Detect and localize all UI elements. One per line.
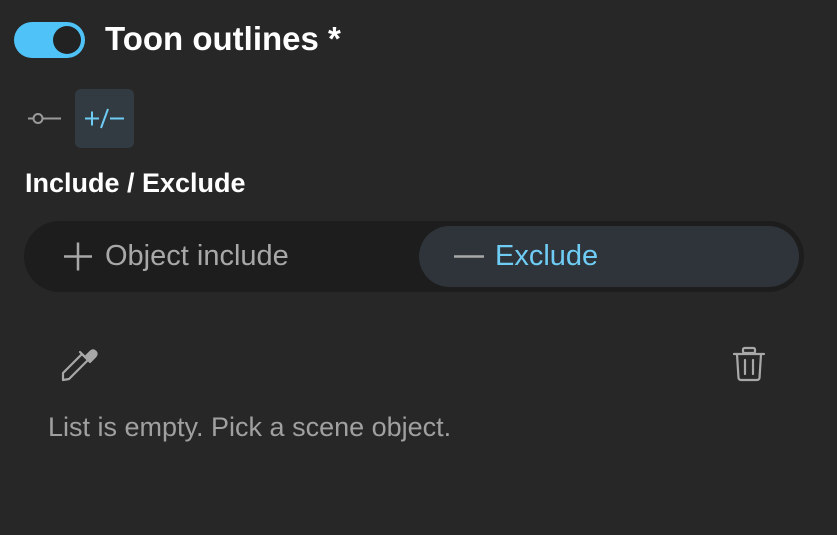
clear-list-button[interactable] — [726, 341, 772, 387]
exclude-label: Exclude — [495, 240, 599, 272]
exclude-segment[interactable]: Exclude — [419, 226, 799, 287]
trash-icon — [732, 346, 766, 382]
eyedropper-icon — [61, 349, 98, 382]
include-exclude-segmented-control: Object include Exclude — [24, 221, 804, 292]
single-mode-button[interactable] — [15, 89, 74, 148]
plus-icon — [64, 242, 92, 271]
pick-object-button[interactable] — [55, 341, 101, 387]
object-include-label: Object include — [105, 240, 289, 272]
panel-title: Toon outlines * — [105, 20, 341, 57]
include-exclude-mode-button[interactable] — [75, 89, 134, 148]
section-label: Include / Exclude — [25, 168, 246, 198]
connector-icon — [28, 113, 61, 124]
minus-icon — [454, 255, 484, 258]
plus-minus-icon — [85, 108, 124, 129]
enable-toggle[interactable] — [14, 22, 85, 58]
toon-outlines-panel: Toon outlines * Include / Exclude Object… — [0, 0, 837, 535]
empty-list-message: List is empty. Pick a scene object. — [48, 412, 452, 442]
toggle-knob — [53, 26, 81, 54]
object-include-segment[interactable]: Object include — [29, 226, 414, 287]
